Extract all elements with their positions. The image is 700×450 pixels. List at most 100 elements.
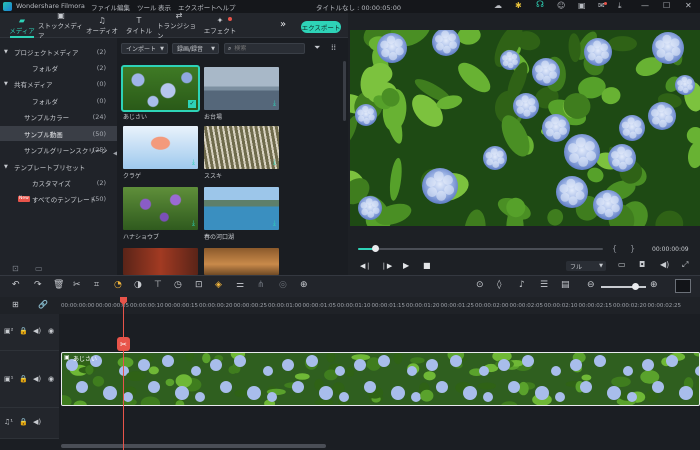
microphone-icon[interactable]: ♪ (519, 280, 525, 290)
zoom-in-icon[interactable]: ⊕ (650, 280, 658, 290)
export-button[interactable]: エクスポート (301, 21, 341, 33)
record-dropdown[interactable]: 録画/録音 ▼ (172, 43, 219, 54)
sidebar-item[interactable]: サンプルカラー (24) (0, 109, 117, 124)
menu-edit[interactable]: 編集 (117, 2, 130, 12)
more-tabs-chevron-icon[interactable]: » (280, 19, 286, 30)
tab-stock-media[interactable]: ▣ ストックメディア (38, 11, 84, 40)
subtitle-icon[interactable]: ▤ (561, 280, 570, 290)
search-field[interactable]: ⌕ (224, 43, 305, 54)
new-folder-icon[interactable]: ⊡ (12, 264, 19, 273)
media-thumbnail[interactable]: ⤓ (204, 126, 279, 169)
expand-arrow-icon[interactable]: ▼ (4, 164, 8, 170)
playhead-handle[interactable]: ✂ (117, 337, 130, 351)
snapshot-camera-icon[interactable]: ◘ (639, 260, 645, 269)
redo-icon[interactable]: ↷ (34, 280, 42, 290)
cloud-icon[interactable]: ☁ (494, 1, 502, 10)
timeline-scrollbar[interactable] (61, 444, 326, 448)
lock-icon[interactable]: 🔒 (19, 327, 28, 335)
mark-out-icon[interactable]: } (630, 244, 635, 253)
filter-icon[interactable]: ⏷ (314, 43, 320, 53)
eye-icon[interactable]: ◉ (48, 375, 54, 383)
play-icon[interactable]: ▶ (403, 261, 409, 270)
menu-tools[interactable]: ツール (137, 2, 157, 12)
folder-icon[interactable]: ▭ (35, 264, 43, 273)
sidebar-item[interactable]: New すべてのテンプレート (50) (0, 191, 117, 206)
account-icon[interactable]: ☺ (557, 1, 565, 10)
menu-file[interactable]: ファイル (91, 2, 117, 12)
link-icon[interactable]: 🔗 (38, 300, 48, 309)
tab-effect[interactable]: ✦ エフェクト (198, 13, 242, 38)
timeline-clip-hydrangea[interactable]: ▣ あじさい (61, 352, 700, 406)
media-thumbnail[interactable]: ⤓ (123, 187, 198, 230)
media-thumbnail[interactable]: ⤓ (204, 67, 279, 110)
download-icon[interactable]: ⤓ (273, 158, 276, 167)
sidebar-item[interactable]: フォルダ (2) (0, 60, 117, 75)
media-scrollbar[interactable] (343, 61, 346, 121)
crop-icon[interactable]: ⌗ (94, 280, 99, 290)
marker-icon[interactable]: ⊤ (154, 280, 162, 290)
grid-view-icon[interactable]: ⁞⁞ (331, 43, 336, 52)
freeze-frame-icon[interactable]: ◈ (215, 280, 222, 290)
zoom-slider-track[interactable] (601, 286, 646, 288)
speed-icon[interactable]: ◔ (114, 280, 122, 290)
zoom-out-icon[interactable]: ⊖ (587, 280, 595, 290)
menu-export[interactable]: エクスポート (178, 2, 217, 12)
download-icon[interactable]: ⤓ (192, 219, 195, 228)
download-icon[interactable]: ⤓ (273, 219, 276, 228)
tab-transition[interactable]: ⇄ トランジション (157, 11, 201, 40)
zoom-icon[interactable]: ⊡ (195, 280, 203, 290)
download-icon[interactable]: ⤓ (273, 99, 276, 108)
minimize-icon[interactable]: — (641, 1, 649, 10)
sidebar-item[interactable]: サンプル動画 (50) (0, 126, 117, 141)
headset-icon[interactable]: ☊ (536, 0, 544, 10)
audio-edit-icon[interactable]: ☰ (540, 280, 548, 290)
lightbulb-icon[interactable]: ✱ (515, 1, 522, 10)
close-icon[interactable]: ✕ (685, 1, 692, 10)
expand-arrow-icon[interactable]: ▼ (4, 81, 8, 87)
timeline-ruler[interactable]: ⊞ 🔗 00:00:00:00 00:00:00:05 00:00:00:10 00:… (0, 297, 700, 314)
timer-icon[interactable]: ◷ (174, 280, 182, 290)
save-icon[interactable]: ▣ (578, 1, 586, 10)
media-thumbnail[interactable]: ⤓ (204, 187, 279, 230)
tab-title[interactable]: T タイトル (117, 13, 161, 38)
mark-in-icon[interactable]: { (612, 244, 617, 253)
volume-icon[interactable]: ◀) (660, 260, 669, 269)
layout-toggle-icon[interactable] (675, 279, 691, 293)
audio-mix-icon[interactable]: ⋔ (257, 280, 265, 290)
media-thumbnail[interactable] (123, 248, 198, 275)
playback-progress-track[interactable] (358, 248, 603, 250)
sidebar-item[interactable]: サンプルグリーンスクリーン (25) (0, 142, 117, 157)
play-frame-icon[interactable]: ❘▶ (381, 262, 392, 270)
mark-icon[interactable]: ◊ (497, 280, 501, 290)
stabilize-icon[interactable]: ◎ (279, 280, 287, 290)
color-icon[interactable]: ◑ (134, 280, 142, 290)
volume-icon[interactable]: ◀) (33, 375, 41, 383)
lock-icon[interactable]: 🔒 (19, 375, 28, 383)
volume-icon[interactable]: ◀) (33, 327, 41, 335)
download-icon[interactable]: ⤓ (192, 158, 195, 167)
fullscreen-icon[interactable]: ⤢ (682, 260, 688, 270)
monitor-icon[interactable]: ▭ (618, 260, 626, 269)
playhead-line[interactable] (123, 297, 124, 450)
undo-icon[interactable]: ↶ (12, 280, 20, 290)
render-icon[interactable]: ⊙ (476, 280, 484, 290)
add-track-icon[interactable]: ⊞ (12, 300, 19, 309)
expand-arrow-icon[interactable]: ▼ (4, 49, 8, 55)
search-input[interactable] (234, 45, 297, 52)
sidebar-item[interactable]: カスタマイズ (2) (0, 175, 117, 190)
media-thumbnail[interactable]: ⤓ (123, 126, 198, 169)
menu-help[interactable]: ヘルプ (216, 2, 236, 12)
sidebar-item[interactable]: ▼ プロジェクトメディア (2) (0, 44, 117, 59)
zoom-slider-handle[interactable] (632, 283, 639, 290)
volume-icon[interactable]: ◀) (33, 418, 41, 426)
cut-icon[interactable]: ✂ (73, 280, 81, 290)
previous-frame-icon[interactable]: ◀❘ (360, 262, 371, 270)
delete-icon[interactable]: 🗑 (53, 280, 64, 290)
media-thumbnail[interactable]: ✓ (121, 65, 200, 112)
stop-icon[interactable]: ■ (423, 261, 431, 270)
quality-dropdown[interactable]: フル ▼ (566, 261, 606, 271)
adjust-icon[interactable]: ⚌ (236, 280, 244, 290)
sidebar-item[interactable]: ▼ 共有メディア (0) (0, 76, 117, 91)
maximize-icon[interactable]: ☐ (663, 1, 670, 10)
motion-tracking-icon[interactable]: ⊕ (300, 280, 308, 290)
